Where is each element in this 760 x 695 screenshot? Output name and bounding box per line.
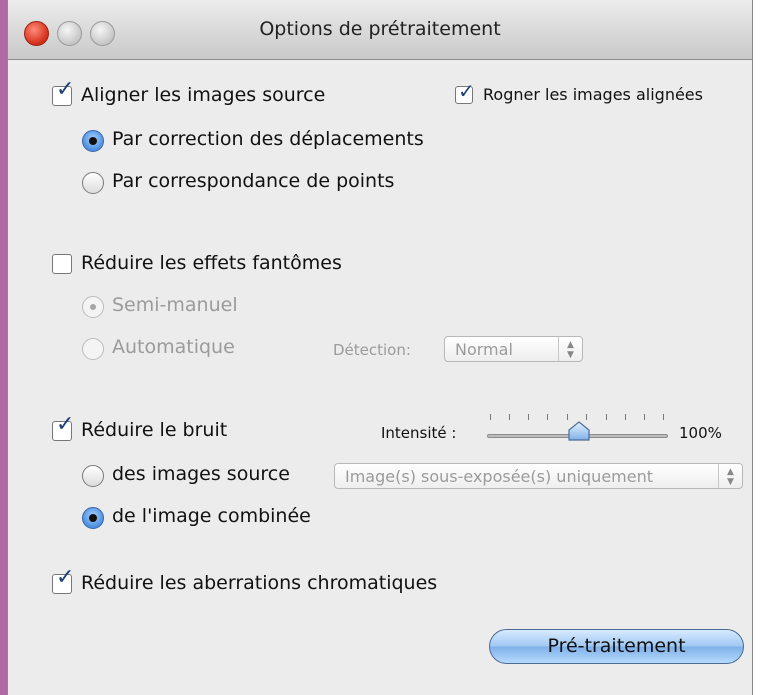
preprocessing-options-dialog: Options de prétraitement ✓ Aligner les i… <box>7 0 753 695</box>
noise-checkbox[interactable]: ✓ <box>52 414 74 441</box>
align-checkbox[interactable]: ✓ <box>52 79 74 106</box>
crop-label: Rogner les images alignées <box>483 85 703 104</box>
ghost-semi-radio[interactable] <box>82 296 104 318</box>
checkmark-icon: ✓ <box>56 565 75 590</box>
align-shift-radio[interactable] <box>82 130 104 152</box>
title-bar: Options de prétraitement <box>8 0 752 60</box>
checkmark-icon: ✓ <box>56 412 75 437</box>
intensity-value: 100% <box>679 424 722 442</box>
detection-popup[interactable]: Normal ▲ ▼ <box>444 336 583 362</box>
noise-source-radio[interactable] <box>82 465 104 487</box>
ghost-auto-label: Automatique <box>112 336 235 358</box>
pretraitement-button[interactable]: Pré-traitement <box>489 629 744 664</box>
detection-value: Normal <box>455 340 513 359</box>
align-shift-label: Par correction des déplacements <box>112 128 424 150</box>
ghost-semi-label: Semi-manuel <box>112 294 238 316</box>
chroma-checkbox[interactable]: ✓ <box>52 567 74 594</box>
ghost-checkbox[interactable] <box>52 254 72 274</box>
noise-source-label: des images source <box>112 463 290 485</box>
ghost-label: Réduire les effets fantômes <box>81 252 342 274</box>
align-points-radio[interactable] <box>82 172 104 194</box>
source-images-value: Image(s) sous-exposée(s) uniquement <box>345 467 654 486</box>
checkmark-icon: ✓ <box>458 79 475 103</box>
chroma-label: Réduire les aberrations chromatiques <box>81 572 438 594</box>
background-window-edge <box>0 0 7 695</box>
noise-label: Réduire le bruit <box>81 419 228 441</box>
ghost-auto-radio[interactable] <box>82 338 104 360</box>
checkmark-icon: ✓ <box>56 77 75 102</box>
updown-arrows-icon: ▲ ▼ <box>718 464 742 488</box>
align-label: Aligner les images source <box>81 84 326 106</box>
intensity-label: Intensité : <box>381 424 457 442</box>
updown-arrows-icon: ▲ ▼ <box>558 337 582 361</box>
align-points-label: Par correspondance de points <box>112 170 395 192</box>
source-images-popup[interactable]: Image(s) sous-exposée(s) uniquement ▲ ▼ <box>334 463 743 489</box>
crop-checkbox[interactable]: ✓ <box>455 80 475 104</box>
detection-label: Détection: <box>333 341 411 359</box>
noise-combined-label: de l'image combinée <box>112 505 311 527</box>
window-title: Options de prétraitement <box>259 18 501 40</box>
intensity-slider-knob[interactable] <box>567 421 591 441</box>
noise-combined-radio[interactable] <box>82 507 104 529</box>
